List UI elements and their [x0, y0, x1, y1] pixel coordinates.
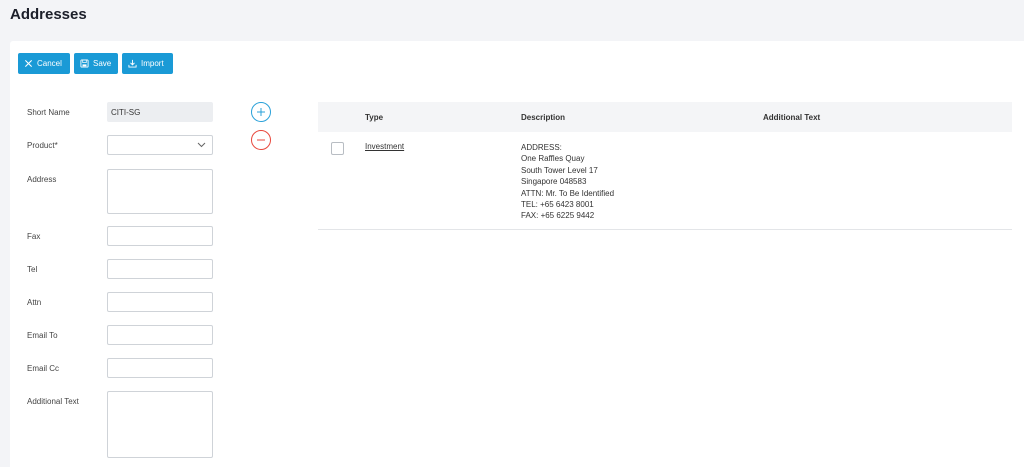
short-name-field: CITI-SG	[107, 102, 213, 122]
main-panel: Cancel Save Import Short Name CITI-SG Pr…	[10, 41, 1024, 467]
fax-label: Fax	[27, 232, 41, 241]
row-description: ADDRESS: One Raffles Quay South Tower Le…	[521, 142, 614, 222]
table-header: Type Description Additional Text	[318, 102, 1012, 132]
column-header-additional-text: Additional Text	[763, 112, 821, 122]
description-line: ATTN: Mr. To Be Identified	[521, 188, 615, 198]
cancel-button[interactable]: Cancel	[18, 53, 70, 74]
minus-circle-icon	[257, 139, 265, 141]
description-line: FAX: +65 6225 9442	[521, 211, 595, 221]
save-button[interactable]: Save	[74, 53, 118, 74]
plus-circle-icon	[257, 108, 265, 116]
additional-text-label: Additional Text	[27, 397, 79, 406]
import-icon	[128, 59, 137, 68]
address-label: Address	[27, 175, 57, 184]
toolbar: Cancel Save Import	[18, 53, 173, 74]
email-cc-label: Email Cc	[27, 364, 60, 373]
tel-label: Tel	[27, 265, 38, 274]
description-line: South Tower Level 17	[521, 165, 598, 175]
import-button[interactable]: Import	[122, 53, 173, 74]
addresses-table: Type Description Additional Text Investm…	[318, 102, 1012, 230]
description-line: TEL: +65 6423 8001	[521, 200, 594, 210]
product-label: Product*	[27, 141, 58, 150]
description-line: One Raffles Quay	[521, 154, 585, 164]
description-line: ADDRESS:	[521, 143, 562, 152]
row-checkbox[interactable]	[331, 142, 344, 155]
add-button[interactable]	[251, 102, 271, 122]
additional-text-field[interactable]	[107, 391, 213, 458]
import-button-label: Import	[141, 59, 164, 68]
row-type-link[interactable]: Investment	[365, 142, 404, 151]
chevron-down-icon	[197, 142, 206, 148]
page-title: Addresses	[10, 6, 87, 23]
email-to-field[interactable]	[107, 325, 213, 345]
attn-label: Attn	[27, 298, 42, 307]
save-button-label: Save	[93, 59, 112, 68]
column-header-type: Type	[365, 112, 384, 122]
close-icon	[24, 59, 33, 68]
table-row: Investment ADDRESS: One Raffles Quay Sou…	[318, 132, 1012, 230]
email-to-label: Email To	[27, 331, 58, 340]
short-name-label: Short Name	[27, 108, 70, 117]
cancel-button-label: Cancel	[37, 59, 62, 68]
product-select[interactable]	[107, 135, 213, 155]
address-field[interactable]	[107, 169, 213, 214]
tel-field[interactable]	[107, 259, 213, 279]
email-cc-field[interactable]	[107, 358, 213, 378]
attn-field[interactable]	[107, 292, 213, 312]
save-icon	[80, 59, 89, 68]
remove-button[interactable]	[251, 130, 271, 150]
description-line: Singapore 048583	[521, 177, 587, 187]
column-header-description: Description	[521, 112, 566, 122]
fax-field[interactable]	[107, 226, 213, 246]
